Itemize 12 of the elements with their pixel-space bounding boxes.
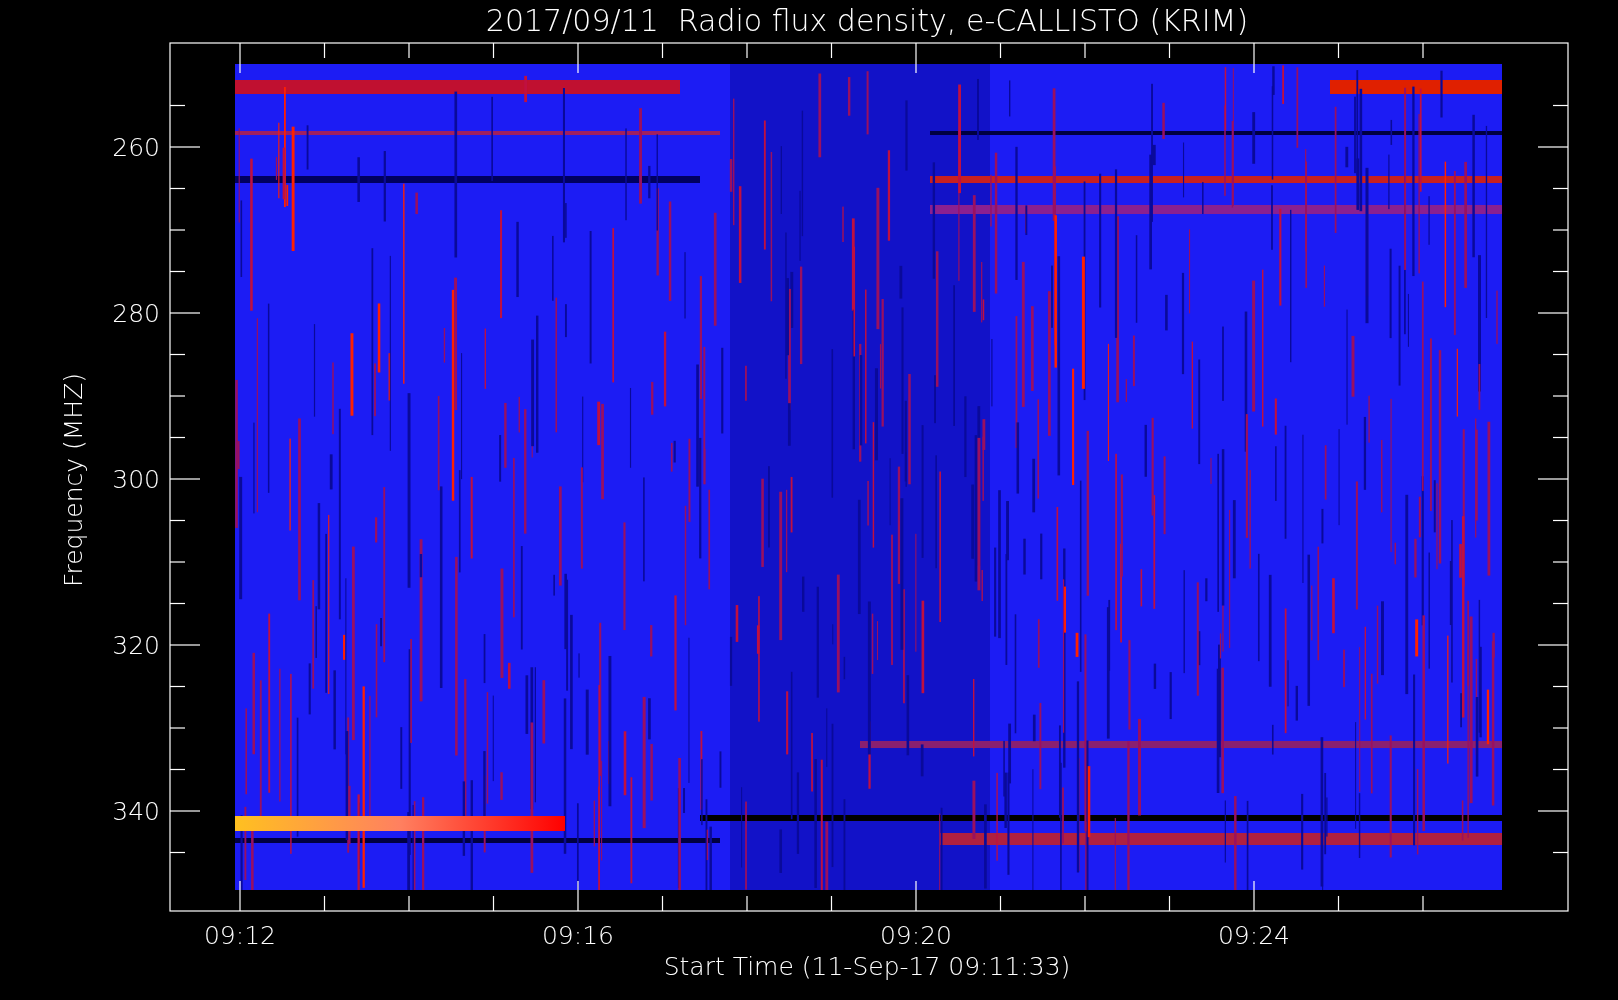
y-tick-label: 340 xyxy=(112,797,160,826)
x-tick-label: 09:24 xyxy=(1218,921,1290,950)
x-tick-label: 09:12 xyxy=(204,921,276,950)
y-tick-label: 300 xyxy=(112,465,160,494)
y-tick-label: 260 xyxy=(112,133,160,162)
y-tick-label: 320 xyxy=(112,631,160,660)
y-tick-label: 280 xyxy=(112,299,160,328)
x-tick-label: 09:20 xyxy=(880,921,952,950)
y-axis-title: Frequency (MHZ) xyxy=(59,372,88,588)
x-tick-label: 09:16 xyxy=(542,921,614,950)
chart-title: 2017/09/11 Radio flux density, e-CALLISTO (KRIM) xyxy=(485,3,1249,38)
x-axis-title: Start Time (11-Sep-17 09:11:33) xyxy=(663,952,1071,981)
